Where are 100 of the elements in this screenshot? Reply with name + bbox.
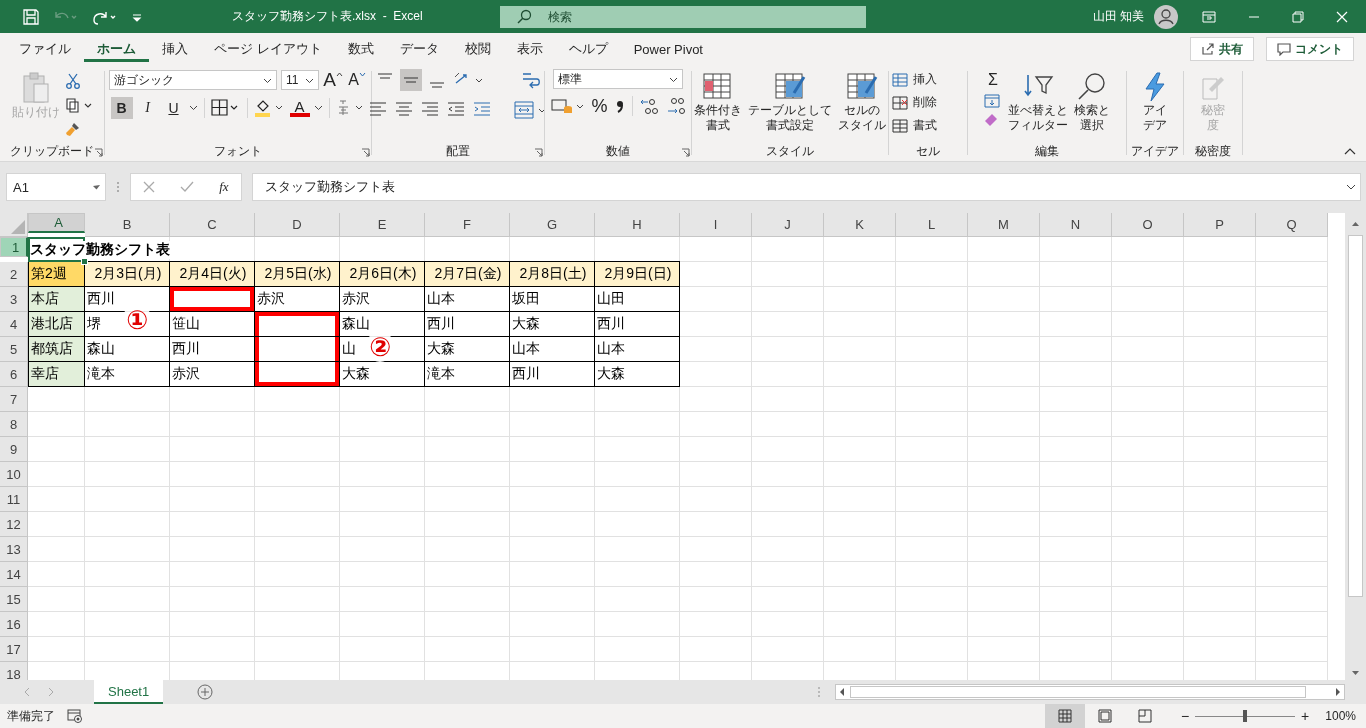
- name-box[interactable]: A1: [6, 173, 106, 201]
- row-header[interactable]: 13: [0, 537, 28, 562]
- column-header[interactable]: N: [1040, 213, 1112, 237]
- row-header[interactable]: 12: [0, 512, 28, 537]
- font-style-button[interactable]: U: [162, 97, 185, 119]
- row-header[interactable]: 6: [0, 362, 28, 387]
- autosum-button[interactable]: Σ: [983, 69, 1003, 91]
- column-header[interactable]: L: [896, 213, 968, 237]
- format-cells-button[interactable]: 書式: [891, 115, 937, 136]
- caret-icon[interactable]: [188, 105, 198, 111]
- shrink-font-button[interactable]: A: [347, 69, 367, 91]
- ribbon-tab[interactable]: ファイル: [6, 33, 84, 65]
- column-header[interactable]: M: [968, 213, 1040, 237]
- ribbon-display-icon[interactable]: [1202, 10, 1216, 23]
- percent-button[interactable]: %: [589, 95, 610, 117]
- font-color-button[interactable]: A: [289, 99, 310, 117]
- ideas-button[interactable]: アイ デア: [1140, 69, 1170, 135]
- column-header[interactable]: J: [752, 213, 824, 237]
- ribbon-tab[interactable]: ページ レイアウト: [201, 33, 335, 65]
- expand-icon[interactable]: [1346, 184, 1356, 190]
- sort-filter-button[interactable]: 並べ替えと フィルター: [1007, 69, 1069, 135]
- dialog-launcher-icon[interactable]: [361, 148, 370, 157]
- column-header[interactable]: B: [85, 213, 170, 237]
- row-header[interactable]: 5: [0, 337, 28, 362]
- dialog-launcher-icon[interactable]: [534, 148, 543, 157]
- font-style-button[interactable]: B: [110, 97, 133, 119]
- row-header[interactable]: 11: [0, 487, 28, 512]
- collapse-ribbon-icon[interactable]: [1344, 147, 1356, 155]
- column-header[interactable]: Q: [1256, 213, 1328, 237]
- slider-thumb[interactable]: [1243, 710, 1248, 722]
- drag-handle-icon[interactable]: [116, 180, 120, 194]
- font-style-button[interactable]: I: [136, 97, 159, 119]
- insert-cells-button[interactable]: 挿入: [891, 69, 937, 90]
- style-button[interactable]: 条件付き 書式: [693, 69, 743, 135]
- insert-function-button[interactable]: fx: [219, 179, 229, 195]
- formula-field[interactable]: スタッフ勤務シフト表: [252, 173, 1361, 201]
- format-painter-icon[interactable]: [65, 121, 81, 137]
- row-header[interactable]: 15: [0, 587, 28, 612]
- column-header[interactable]: C: [170, 213, 255, 237]
- zoom-level[interactable]: 100%: [1325, 709, 1356, 723]
- row-header[interactable]: 3: [0, 287, 28, 312]
- column-header[interactable]: E: [340, 213, 425, 237]
- share-button[interactable]: 共有: [1190, 37, 1254, 61]
- copy-icon[interactable]: [65, 97, 93, 113]
- row-header[interactable]: 4: [0, 312, 28, 337]
- ribbon-tab[interactable]: データ: [386, 33, 452, 65]
- row-header[interactable]: 7: [0, 387, 28, 412]
- enter-icon[interactable]: [180, 181, 195, 193]
- scrollbar-thumb[interactable]: [850, 686, 1306, 698]
- restore-icon[interactable]: [1292, 10, 1304, 23]
- fill-icon[interactable]: [983, 93, 1001, 109]
- avatar-icon[interactable]: [1154, 4, 1178, 29]
- column-header[interactable]: P: [1184, 213, 1256, 237]
- dialog-launcher-icon[interactable]: [681, 148, 690, 157]
- column-header[interactable]: I: [680, 213, 752, 237]
- cut-icon[interactable]: [65, 73, 81, 89]
- zoom-in-button[interactable]: +: [1301, 708, 1310, 724]
- delete-cells-button[interactable]: 削除: [891, 92, 937, 113]
- row-header[interactable]: 10: [0, 462, 28, 487]
- style-button[interactable]: テーブルとして 書式設定: [747, 69, 833, 135]
- ribbon-tab[interactable]: ヘルプ: [555, 33, 621, 65]
- column-header[interactable]: A: [28, 213, 85, 233]
- row-header[interactable]: 8: [0, 412, 28, 437]
- add-sheet-icon[interactable]: [197, 684, 214, 700]
- column-header[interactable]: D: [255, 213, 340, 237]
- row-header[interactable]: 17: [0, 637, 28, 662]
- dialog-launcher-icon[interactable]: [94, 148, 103, 157]
- row-header[interactable]: 2: [0, 262, 28, 287]
- number-format-dropdown[interactable]: 標準: [553, 69, 683, 89]
- column-header[interactable]: O: [1112, 213, 1184, 237]
- align-middle-icon[interactable]: [400, 69, 422, 91]
- close-icon[interactable]: [1336, 10, 1348, 23]
- ribbon-tab[interactable]: 挿入: [149, 33, 201, 65]
- scrollbar-thumb[interactable]: [1348, 235, 1363, 597]
- save-icon[interactable]: [22, 7, 40, 26]
- ribbon-tab[interactable]: 校閲: [451, 33, 504, 65]
- search-field[interactable]: 検索: [500, 5, 866, 28]
- column-header[interactable]: G: [510, 213, 595, 237]
- column-header[interactable]: H: [595, 213, 680, 237]
- increase-decimal-icon[interactable]: [638, 96, 661, 116]
- ribbon-tab[interactable]: 数式: [334, 33, 387, 65]
- font-size-dropdown[interactable]: 11: [281, 70, 319, 90]
- horizontal-scrollbar[interactable]: [835, 684, 1345, 700]
- ribbon-tab[interactable]: Power Pivot: [620, 33, 716, 65]
- column-header[interactable]: K: [824, 213, 896, 237]
- row-header[interactable]: 1: [0, 237, 28, 257]
- normal-view-button[interactable]: [1044, 704, 1085, 728]
- zoom-out-button[interactable]: −: [1180, 708, 1190, 724]
- search-icon[interactable]: [516, 8, 532, 25]
- ribbon-tab[interactable]: ホーム: [84, 33, 149, 65]
- cancel-icon[interactable]: [143, 181, 156, 193]
- fill-handle[interactable]: [81, 258, 88, 265]
- column-header[interactable]: F: [425, 213, 510, 237]
- currency-icon[interactable]: [549, 96, 586, 116]
- macro-record-icon[interactable]: [67, 709, 83, 723]
- comment-button[interactable]: コメント: [1266, 37, 1354, 61]
- grow-font-button[interactable]: A: [323, 69, 343, 91]
- row-header[interactable]: 9: [0, 437, 28, 462]
- style-button[interactable]: セルの スタイル: [837, 69, 887, 135]
- font-name-dropdown[interactable]: 游ゴシック: [109, 70, 277, 90]
